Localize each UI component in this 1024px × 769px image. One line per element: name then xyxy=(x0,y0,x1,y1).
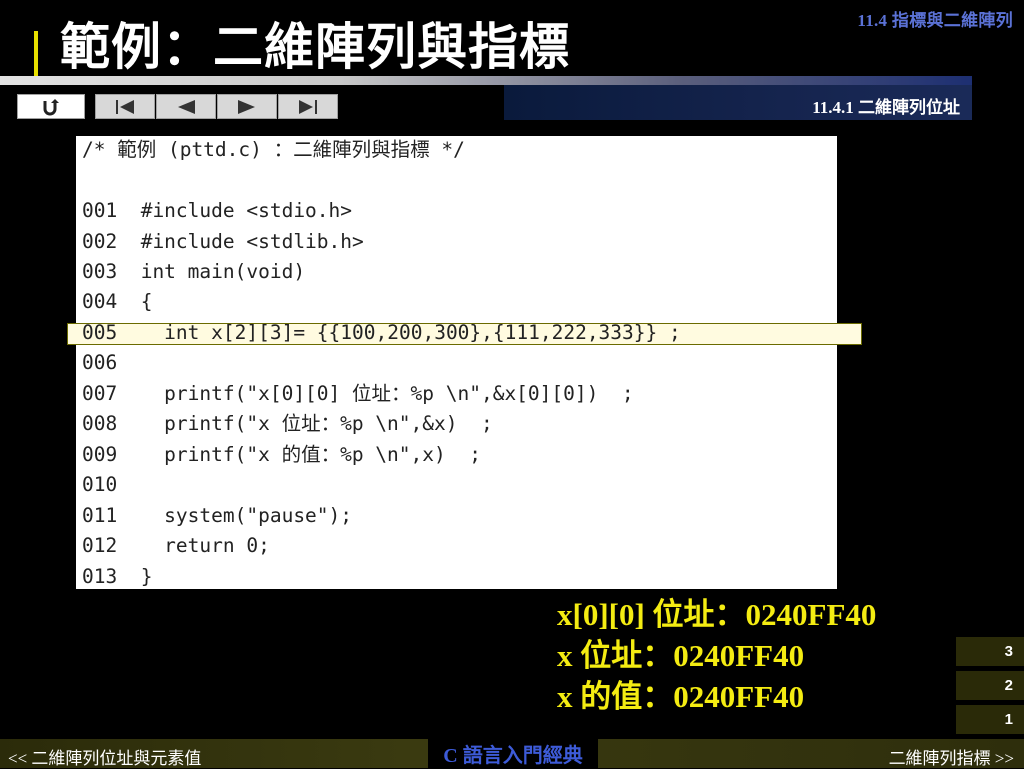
first-slide-button[interactable] xyxy=(95,94,155,119)
prev-icon xyxy=(175,99,197,115)
output-line: x[0][0] 位址：0240FF40 xyxy=(557,597,877,632)
page-title: 範例：二維陣列與指標 xyxy=(60,18,570,76)
page-indicator-3[interactable]: 3 xyxy=(956,637,1024,666)
code-line: 001 #include <stdio.h> xyxy=(82,199,353,222)
title-underline xyxy=(0,76,972,85)
footer-next-link[interactable]: 二維陣列指標 >> xyxy=(889,744,1014,769)
code-line: 011 system("pause"); xyxy=(82,504,353,527)
code-line: 002 #include <stdlib.h> xyxy=(82,230,364,253)
prev-slide-button[interactable] xyxy=(156,94,216,119)
return-button[interactable] xyxy=(17,94,85,119)
last-slide-button[interactable] xyxy=(278,94,338,119)
title-accent-bar xyxy=(34,31,38,77)
next-icon xyxy=(236,99,258,115)
code-line-highlighted: 005 int x[2][3]= {{100,200,300},{111,222… xyxy=(82,321,681,344)
page-indicator-1[interactable]: 1 xyxy=(956,705,1024,734)
code-line: 003 int main(void) xyxy=(82,260,306,283)
footer-book-title: C 語言入門經典 xyxy=(443,745,583,767)
subsection-label: 11.4.1 二維陣列位址 xyxy=(812,98,960,117)
code-line: 006 xyxy=(82,351,118,374)
footer-book-box: C 語言入門經典 xyxy=(428,739,598,768)
code-line: 007 printf("x[0][0] 位址：%p \n",&x[0][0]) … xyxy=(82,382,634,405)
code-line: 010 xyxy=(82,473,118,496)
return-icon xyxy=(40,98,62,116)
output-line: x 位址：0240FF40 xyxy=(557,638,805,673)
footer-prev-link[interactable]: << 二維陣列位址與元素值 xyxy=(8,744,201,769)
last-icon xyxy=(297,99,319,115)
code-line: 004 { xyxy=(82,290,153,313)
code-line: 008 printf("x 位址：%p \n",&x) ; xyxy=(82,412,493,435)
section-label: 11.4 指標與二維陣列 xyxy=(857,11,1013,30)
code-line: 012 return 0; xyxy=(82,534,270,557)
code-line: 009 printf("x 的值：%p \n",x) ; xyxy=(82,443,481,466)
code-comment: /* 範例 (pttd.c) ：二維陣列與指標 */ xyxy=(82,138,465,161)
page-indicator-2[interactable]: 2 xyxy=(956,671,1024,700)
output-line: x 的值：0240FF40 xyxy=(557,679,805,714)
code-line: 013 } xyxy=(82,565,153,588)
first-icon xyxy=(114,99,136,115)
next-slide-button[interactable] xyxy=(217,94,277,119)
